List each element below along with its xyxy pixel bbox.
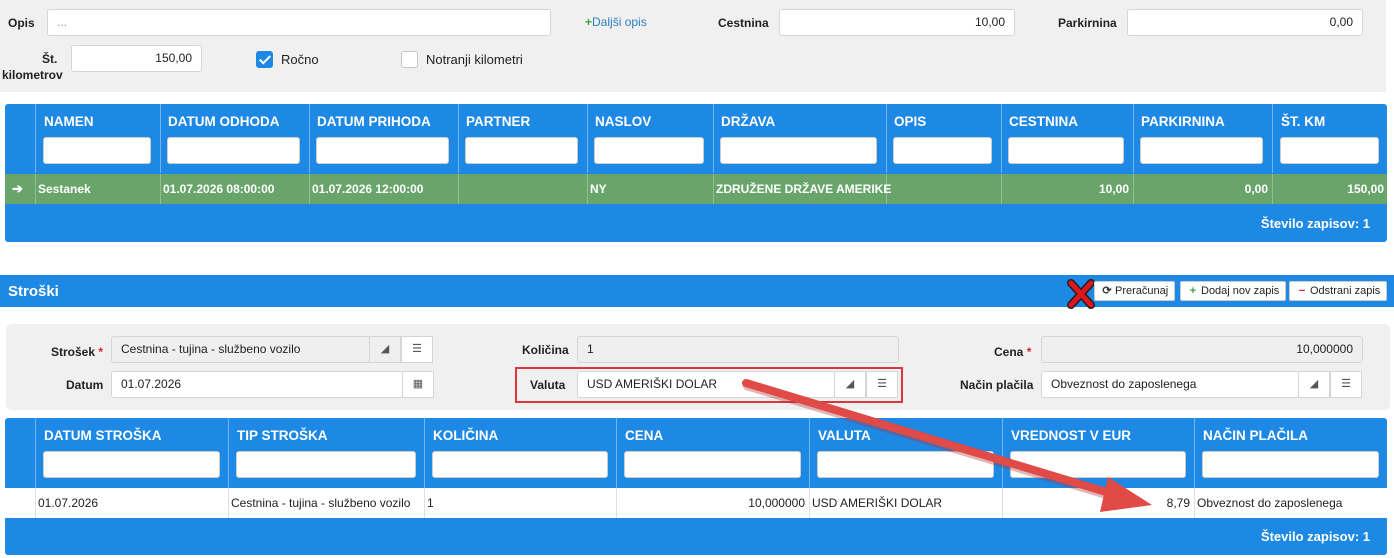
parkirnina-input[interactable]: 0,00: [1127, 9, 1363, 36]
section-title: Stroški: [8, 283, 59, 300]
remove-record-button[interactable]: − Odstrani zapis: [1289, 281, 1388, 301]
column-header-vrednost-eur[interactable]: VREDNOST V EUR: [1011, 428, 1131, 443]
strosek-label: Strošek *: [51, 345, 104, 359]
kolicina-input[interactable]: 1: [577, 336, 899, 363]
cell-datum-prihoda: 01.07.2026 12:00:00: [312, 182, 424, 196]
cell-namen: Sestanek: [38, 182, 91, 196]
refresh-icon: ⟳: [1102, 285, 1112, 297]
calendar-icon[interactable]: ▦: [402, 371, 434, 398]
nacin-placila-label: Način plačila: [960, 378, 1034, 392]
km-label-line2: kilometrov: [2, 68, 63, 82]
column-header-valuta[interactable]: VALUTA: [818, 428, 871, 443]
filter-parkirnina[interactable]: [1140, 137, 1263, 164]
column-header-cestnina[interactable]: CESTNINA: [1009, 114, 1078, 129]
add-longer-description-link[interactable]: +Daljši opis: [585, 15, 647, 29]
row-indicator-arrow-icon: ➔: [12, 181, 23, 196]
cell-kolicina: 1: [427, 496, 434, 510]
column-header-cena[interactable]: CENA: [625, 428, 663, 443]
column-header-st-km[interactable]: ŠT. KM: [1281, 114, 1325, 129]
notranji-km-label: Notranji kilometri: [426, 52, 523, 67]
cell-datum-odhoda: 01.07.2026 08:00:00: [163, 182, 275, 196]
rocno-label: Ročno: [281, 52, 319, 67]
recalculate-button[interactable]: ⟳ Preračunaj: [1094, 281, 1176, 301]
km-input[interactable]: 150,00: [71, 45, 202, 72]
cell-datum-stroska: 01.07.2026: [38, 496, 99, 510]
opis-label: Opis: [8, 16, 35, 30]
kolicina-label: Količina: [522, 343, 569, 357]
filter-nacin-placila[interactable]: [1202, 451, 1379, 478]
cell-naslov: NY: [590, 182, 607, 196]
cell-parkirnina: 0,00: [1244, 182, 1268, 196]
datum-label: Datum: [66, 378, 104, 392]
column-header-kolicina[interactable]: KOLIČINA: [433, 428, 498, 443]
cell-nacin-placila: Obveznost do zaposlenega: [1197, 496, 1343, 510]
expenses-grid: DATUM STROŠKA TIP STROŠKA KOLIČINA CENA …: [5, 418, 1387, 555]
column-header-datum-prihoda[interactable]: DATUM PRIHODA: [317, 114, 431, 129]
parkirnina-label: Parkirnina: [1058, 16, 1117, 30]
column-header-datum-stroska[interactable]: DATUM STROŠKA: [44, 428, 162, 443]
close-x-icon: [1067, 279, 1095, 309]
add-record-button[interactable]: + Dodaj nov zapis: [1180, 281, 1287, 301]
nacin-placila-input[interactable]: Obveznost do zaposlenega: [1041, 371, 1299, 398]
filter-opis[interactable]: [893, 137, 992, 164]
filter-valuta[interactable]: [817, 451, 994, 478]
cell-cestnina: 10,00: [1098, 182, 1129, 196]
filter-cena[interactable]: [624, 451, 801, 478]
datum-input[interactable]: 01.07.2026: [111, 371, 403, 398]
cena-input[interactable]: 10,000000: [1041, 336, 1363, 363]
filter-datum-stroska[interactable]: [43, 451, 220, 478]
opis-input[interactable]: ...: [47, 9, 551, 36]
cell-cena: 10,000000: [748, 496, 805, 510]
column-header-naslov[interactable]: NASLOV: [595, 114, 651, 129]
column-header-partner[interactable]: PARTNER: [466, 114, 530, 129]
cell-drzava: ZDRUŽENE DRŽAVE AMERIKE: [716, 182, 892, 196]
cestnina-input[interactable]: 10,00: [779, 9, 1015, 36]
column-header-nacin-placila[interactable]: NAČIN PLAČILA: [1203, 428, 1308, 443]
rocno-checkbox[interactable]: [256, 51, 273, 68]
filter-kolicina[interactable]: [432, 451, 608, 478]
filter-datum-prihoda[interactable]: [316, 137, 449, 164]
plus-icon: +: [585, 15, 593, 29]
filter-cestnina[interactable]: [1008, 137, 1124, 164]
column-header-namen[interactable]: NAMEN: [44, 114, 94, 129]
record-count: Število zapisov: 1: [1260, 216, 1370, 231]
cena-label: Cena *: [994, 345, 1032, 359]
eraser-icon[interactable]: ◢: [369, 336, 401, 363]
notranji-km-checkbox[interactable]: [401, 51, 418, 68]
column-header-tip-stroska[interactable]: TIP STROŠKA: [237, 428, 328, 443]
filter-vrednost-eur[interactable]: [1010, 451, 1186, 478]
plus-icon: +: [1189, 285, 1197, 297]
cestnina-label: Cestnina: [718, 16, 769, 30]
table-row[interactable]: ➔ Sestanek 01.07.2026 08:00:00 01.07.202…: [5, 174, 1387, 204]
valuta-highlight-box: [515, 367, 903, 403]
filter-partner[interactable]: [465, 137, 578, 164]
column-header-drzava[interactable]: DRŽAVA: [721, 114, 775, 129]
filter-st-km[interactable]: [1280, 137, 1379, 164]
list-icon[interactable]: ☰: [1330, 371, 1362, 398]
cell-valuta: USD AMERIŠKI DOLAR: [812, 496, 943, 510]
column-header-opis[interactable]: OPIS: [894, 114, 926, 129]
eraser-icon[interactable]: ◢: [1298, 371, 1330, 398]
trips-grid: NAMEN DATUM ODHODA DATUM PRIHODA PARTNER…: [5, 104, 1387, 242]
strosek-input[interactable]: Cestnina - tujina - službeno vozilo: [111, 336, 370, 363]
table-row[interactable]: 01.07.2026 Cestnina - tujina - službeno …: [5, 488, 1387, 518]
filter-tip-stroska[interactable]: [236, 451, 416, 478]
cell-vrednost-eur: 8,79: [1166, 496, 1190, 510]
record-count: Število zapisov: 1: [1260, 529, 1370, 544]
filter-drzava[interactable]: [720, 137, 877, 164]
filter-naslov[interactable]: [594, 137, 704, 164]
filter-namen[interactable]: [43, 137, 151, 164]
cell-st-km: 150,00: [1347, 182, 1384, 196]
filter-datum-odhoda[interactable]: [167, 137, 300, 164]
trip-form-panel: Opis ... +Daljši opis Cestnina 10,00 Par…: [0, 0, 1386, 92]
cell-tip-stroska: Cestnina - tujina - službeno vozilo: [231, 496, 411, 510]
column-header-parkirnina[interactable]: PARKIRNINA: [1141, 114, 1225, 129]
km-label: Št.: [42, 52, 58, 66]
list-icon[interactable]: ☰: [401, 336, 433, 363]
minus-icon: −: [1298, 285, 1306, 297]
column-header-datum-odhoda[interactable]: DATUM ODHODA: [168, 114, 280, 129]
